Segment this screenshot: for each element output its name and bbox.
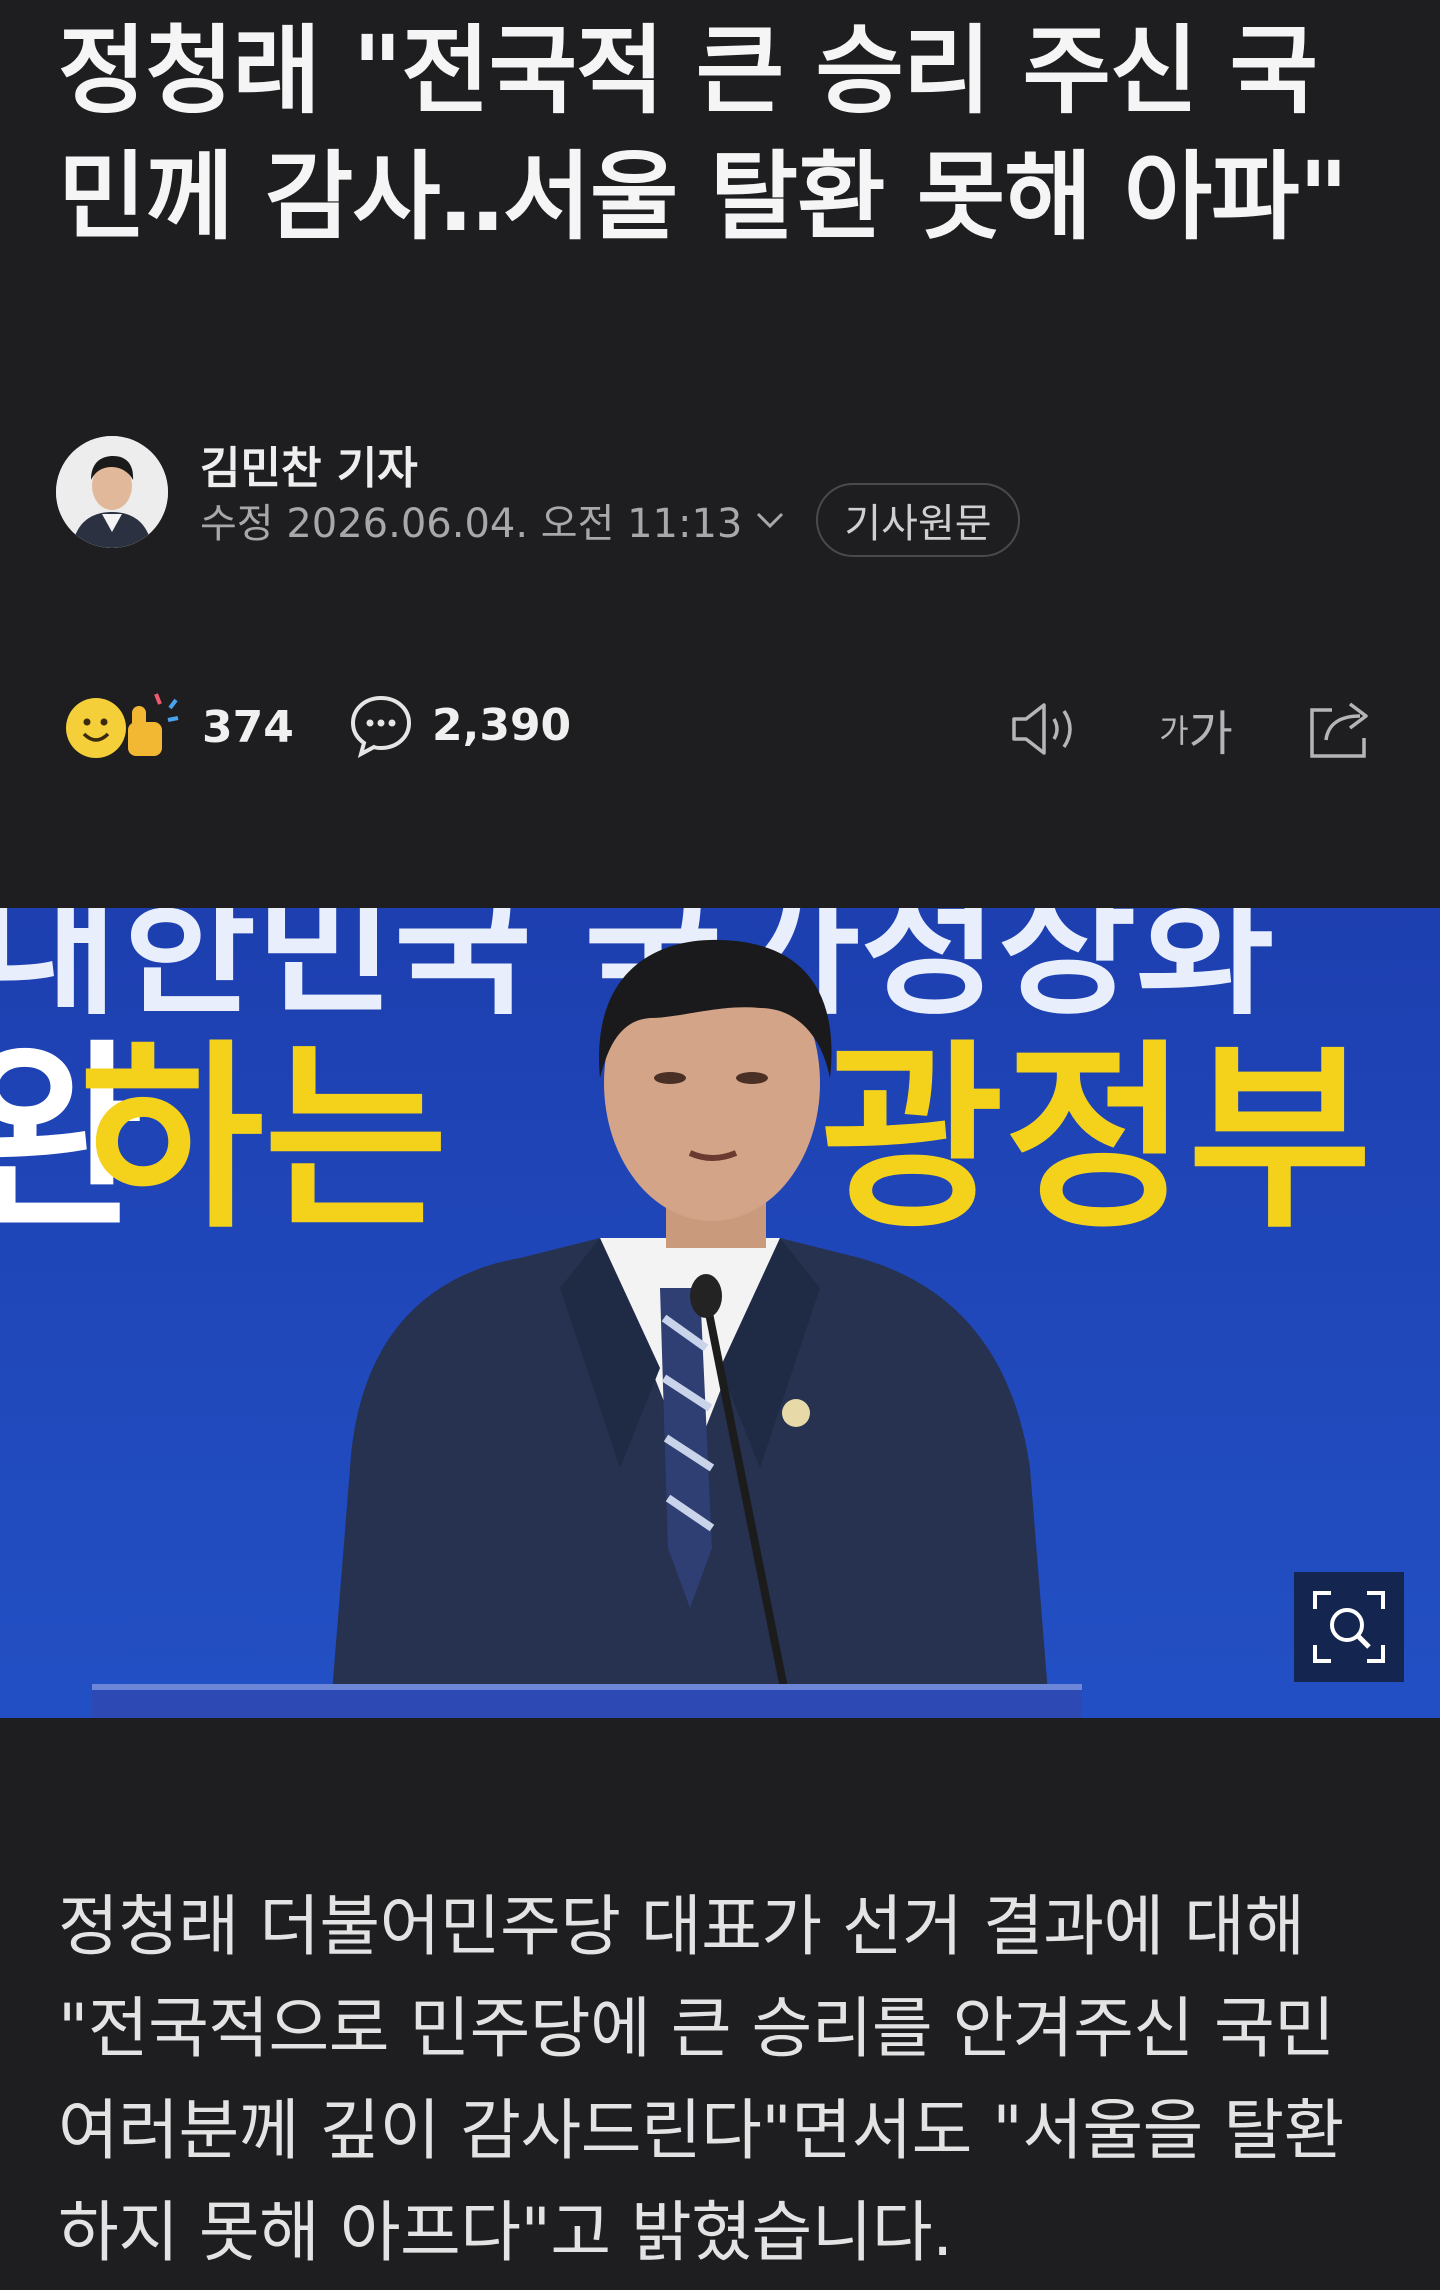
font-size-large-label: 가 — [1188, 706, 1233, 762]
press-conference-photo: 대한민국 국가정상화 완 하는 광정부 — [0, 908, 1440, 1718]
speaker-button[interactable] — [1006, 694, 1086, 764]
edit-time: 수정 2026.06.04. 오전 11:13 — [200, 501, 743, 547]
article-photo[interactable]: 대한민국 국가정상화 완 하는 광정부 — [0, 908, 1440, 1718]
share-button[interactable] — [1300, 694, 1380, 764]
article-headline: 정청래 "전국적 큰 승리 주신 국민께 감사‥서울 탈환 못해 아파" — [58, 15, 1349, 253]
reporter-name[interactable]: 김민찬 기자 — [200, 432, 418, 496]
article-page: 정청래 "전국적 큰 승리 주신 국민께 감사‥서울 탈환 못해 아파" 김민찬… — [0, 0, 1440, 2290]
reaction-count: 374 — [202, 701, 294, 753]
article-body: 정청래 더불어민주당 대표가 선거 결과에 대해 "전국적으로 민주당에 큰 승… — [58, 1888, 1344, 2271]
byline: 김민찬 기자 수정 2026.06.04. 오전 11:13 기사원문 — [56, 432, 1156, 557]
share-icon — [1310, 702, 1368, 758]
zoom-button[interactable] — [1294, 1572, 1404, 1682]
banner-text-yellow-right: 광정부 — [820, 1023, 1372, 1256]
font-size-small-label: 가 — [1159, 712, 1189, 750]
reaction-button[interactable]: 374 — [64, 692, 294, 762]
reaction-emoji-icon — [66, 693, 179, 758]
chevron-down-icon[interactable] — [752, 502, 788, 538]
comment-count: 2,390 — [432, 699, 572, 751]
original-article-button[interactable]: 기사원문 — [816, 483, 1020, 557]
reporter-avatar[interactable] — [56, 436, 168, 548]
speaker-icon — [1012, 703, 1072, 755]
meta-row: 수정 2026.06.04. 오전 11:13 기사원문 — [200, 483, 1020, 557]
action-bar: 374 2,390 가가 — [0, 680, 1440, 770]
comment-bubble-icon — [350, 695, 412, 758]
comment-button[interactable]: 2,390 — [348, 692, 571, 758]
zoom-search-icon — [1313, 1591, 1385, 1663]
font-size-button[interactable]: 가가 — [1156, 694, 1236, 764]
banner-text-yellow-left: 하는 — [80, 1023, 448, 1256]
